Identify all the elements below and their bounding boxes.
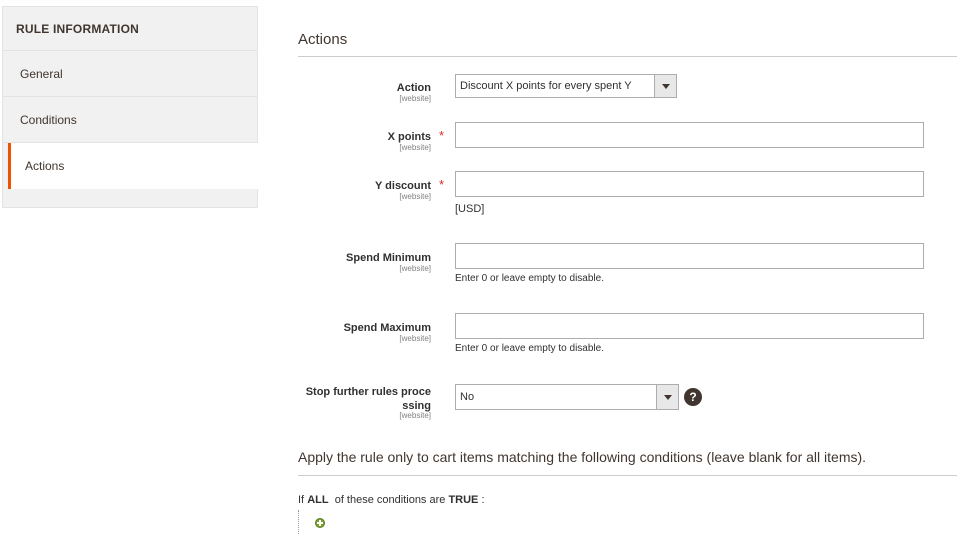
add-condition-icon[interactable] <box>315 518 325 528</box>
sidebar-item-label: General <box>20 66 63 81</box>
chevron-down-icon <box>654 75 676 97</box>
section-title: Actions <box>298 31 348 48</box>
y-discount-input[interactable] <box>455 171 924 197</box>
chevron-down-icon <box>656 385 678 409</box>
apply-conditions-title: Apply the rule only to cart items matchi… <box>298 449 867 465</box>
sidebar-item-label: Actions <box>25 159 65 173</box>
help-icon[interactable]: ? <box>684 388 702 406</box>
y-discount-scope: [website] <box>399 192 431 201</box>
divider <box>298 475 957 476</box>
sidebar-item-general[interactable]: General <box>3 51 257 97</box>
sidebar-item-actions[interactable]: Actions <box>8 143 258 189</box>
x-points-label: X points <box>387 131 431 143</box>
currency-note: [USD] <box>455 203 485 215</box>
spend-minimum-scope: [website] <box>399 264 431 273</box>
action-scope: [website] <box>399 94 431 103</box>
required-marker: * <box>439 128 445 143</box>
spend-maximum-label: Spend Maximum <box>343 322 431 334</box>
stop-rules-select-value: No <box>460 391 475 403</box>
conditions-statement: If ALL of these conditions are TRUE : <box>298 494 485 506</box>
sidebar-item-label: Conditions <box>20 112 77 127</box>
spend-maximum-note: Enter 0 or leave empty to disable. <box>455 343 604 354</box>
spend-maximum-input[interactable] <box>455 313 924 339</box>
spend-minimum-note: Enter 0 or leave empty to disable. <box>455 273 604 284</box>
stop-rules-label-line1: Stop further rules proce <box>305 386 431 398</box>
y-discount-label: Y discount <box>374 180 431 192</box>
rule-information-sidebar: RULE INFORMATION General Conditions Acti… <box>2 6 258 208</box>
spend-minimum-label: Spend Minimum <box>346 252 431 264</box>
sidebar-title: RULE INFORMATION <box>3 7 257 51</box>
conditions-tree-line <box>298 510 299 534</box>
stop-rules-scope: [website] <box>399 411 431 420</box>
action-select-value: Discount X points for every spent Y <box>460 80 632 92</box>
spend-maximum-scope: [website] <box>399 334 431 343</box>
x-points-input[interactable] <box>455 122 924 148</box>
required-marker: * <box>439 177 445 192</box>
conditions-middle: of these conditions are <box>334 494 446 506</box>
action-label: Action <box>396 82 431 94</box>
conditions-value-link[interactable]: TRUE <box>448 494 478 506</box>
stop-rules-label: Stop further rules proce ssing <box>306 385 431 413</box>
divider <box>298 56 957 57</box>
conditions-suffix: : <box>481 494 485 506</box>
conditions-prefix: If <box>298 494 305 506</box>
stop-rules-select[interactable]: No <box>455 384 679 410</box>
x-points-scope: [website] <box>399 143 431 152</box>
action-select[interactable]: Discount X points for every spent Y <box>455 74 677 98</box>
sidebar-item-conditions[interactable]: Conditions <box>3 97 257 143</box>
spend-minimum-input[interactable] <box>455 243 924 269</box>
conditions-aggregator-link[interactable]: ALL <box>307 494 328 506</box>
